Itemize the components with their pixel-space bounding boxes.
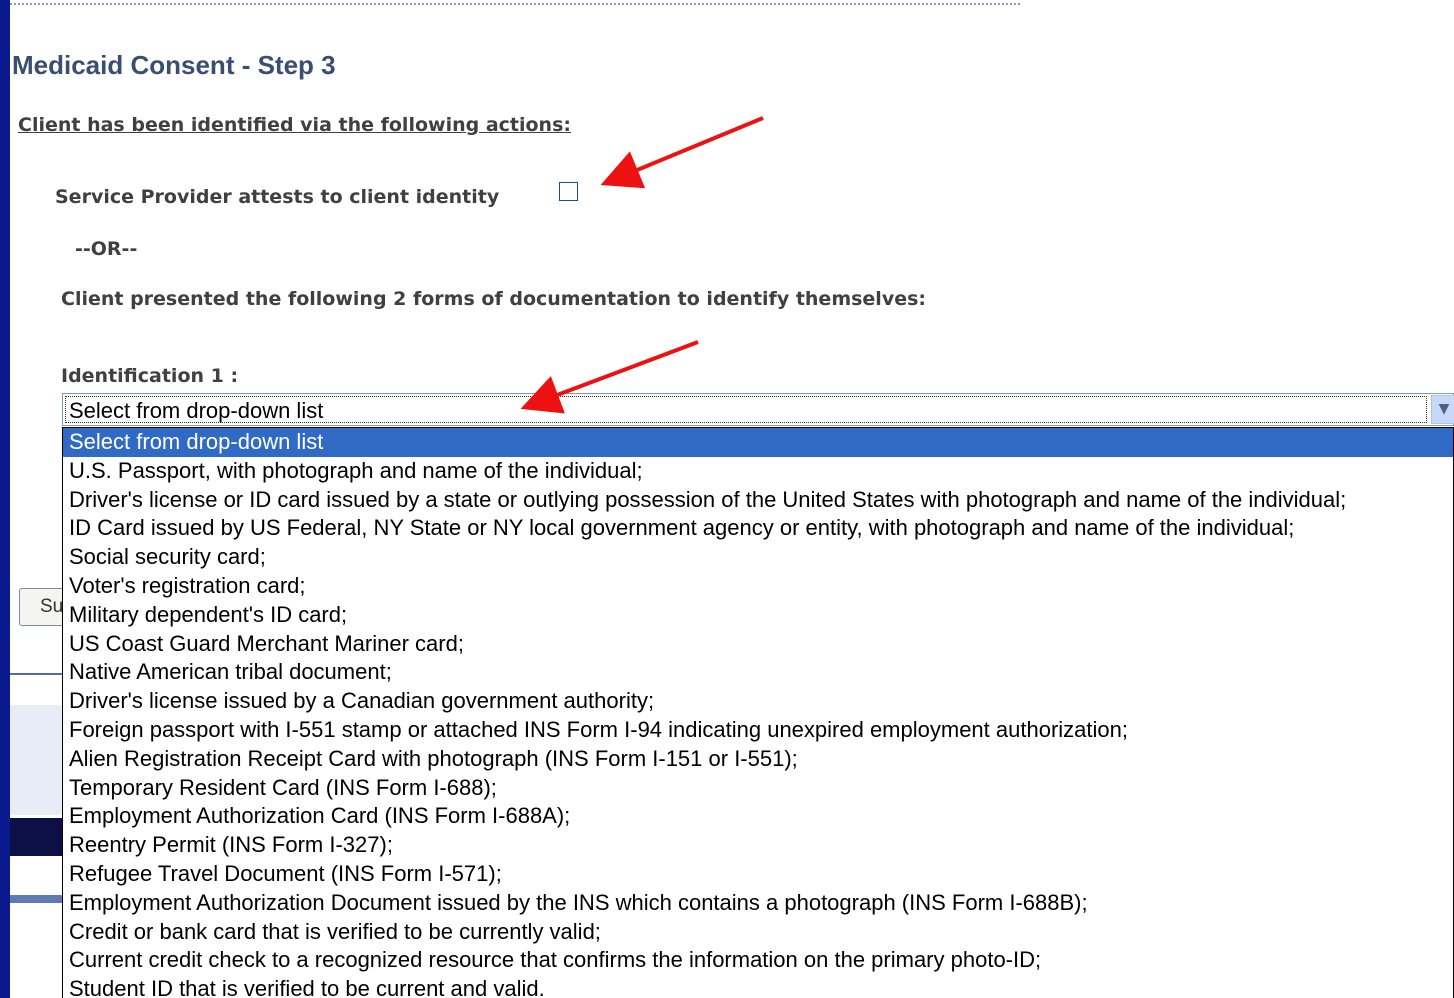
dropdown-toggle-button[interactable]: ▼: [1431, 395, 1454, 424]
dropdown-option[interactable]: Alien Registration Receipt Card with pho…: [63, 745, 1453, 774]
attest-checkbox[interactable]: [559, 182, 578, 201]
page-title: Medicaid Consent - Step 3: [12, 50, 336, 80]
identification1-label: Identification 1 :: [61, 365, 239, 387]
dropdown-option[interactable]: Driver's license or ID card issued by a …: [63, 486, 1453, 515]
documents-label: Client presented the following 2 forms o…: [61, 288, 927, 310]
footer-light-band: [10, 705, 70, 815]
dropdown-option[interactable]: Social security card;: [63, 543, 1453, 572]
dropdown-option[interactable]: Driver's license issued by a Canadian go…: [63, 687, 1453, 716]
attest-label: Service Provider attests to client ident…: [55, 186, 500, 208]
identification1-options-list[interactable]: Select from drop-down list U.S. Passport,…: [62, 427, 1454, 998]
dropdown-option[interactable]: Select from drop-down list: [63, 428, 1453, 457]
dropdown-option[interactable]: Temporary Resident Card (INS Form I-688)…: [63, 774, 1453, 803]
dropdown-option[interactable]: Student ID that is verified to be curren…: [63, 975, 1453, 998]
dropdown-option[interactable]: Native American tribal document;: [63, 658, 1453, 687]
dropdown-option[interactable]: Military dependent's ID card;: [63, 601, 1453, 630]
dropdown-option[interactable]: US Coast Guard Merchant Mariner card;: [63, 630, 1453, 659]
dropdown-option[interactable]: Current credit check to a recognized res…: [63, 946, 1453, 975]
dropdown-option[interactable]: Refugee Travel Document (INS Form I-571)…: [63, 860, 1453, 889]
footer-blue-strip: [10, 895, 70, 903]
footer-dark-band: [10, 818, 70, 856]
dropdown-option[interactable]: Reentry Permit (INS Form I-327);: [63, 831, 1453, 860]
or-separator: --OR--: [75, 238, 138, 260]
dropdown-option[interactable]: Foreign passport with I-551 stamp or att…: [63, 716, 1453, 745]
top-dotted-border: [10, 3, 1020, 5]
identification1-select[interactable]: Select from drop-down list ▼: [62, 393, 1454, 426]
dropdown-option[interactable]: Voter's registration card;: [63, 572, 1453, 601]
dropdown-option[interactable]: Credit or bank card that is verified to …: [63, 918, 1453, 947]
section-heading: Client has been identified via the follo…: [18, 114, 571, 136]
dropdown-option[interactable]: Employment Authorization Document issued…: [63, 889, 1453, 918]
dropdown-option[interactable]: U.S. Passport, with photograph and name …: [63, 457, 1453, 486]
divider-line: [10, 673, 70, 675]
consent-page: Medicaid Consent - Step 3 Client has bee…: [10, 0, 1454, 998]
select-current-value: Select from drop-down list: [69, 398, 324, 423]
dropdown-option[interactable]: ID Card issued by US Federal, NY State o…: [63, 514, 1453, 543]
chevron-down-icon: ▼: [1438, 401, 1450, 417]
dropdown-option[interactable]: Employment Authorization Card (INS Form …: [63, 802, 1453, 831]
